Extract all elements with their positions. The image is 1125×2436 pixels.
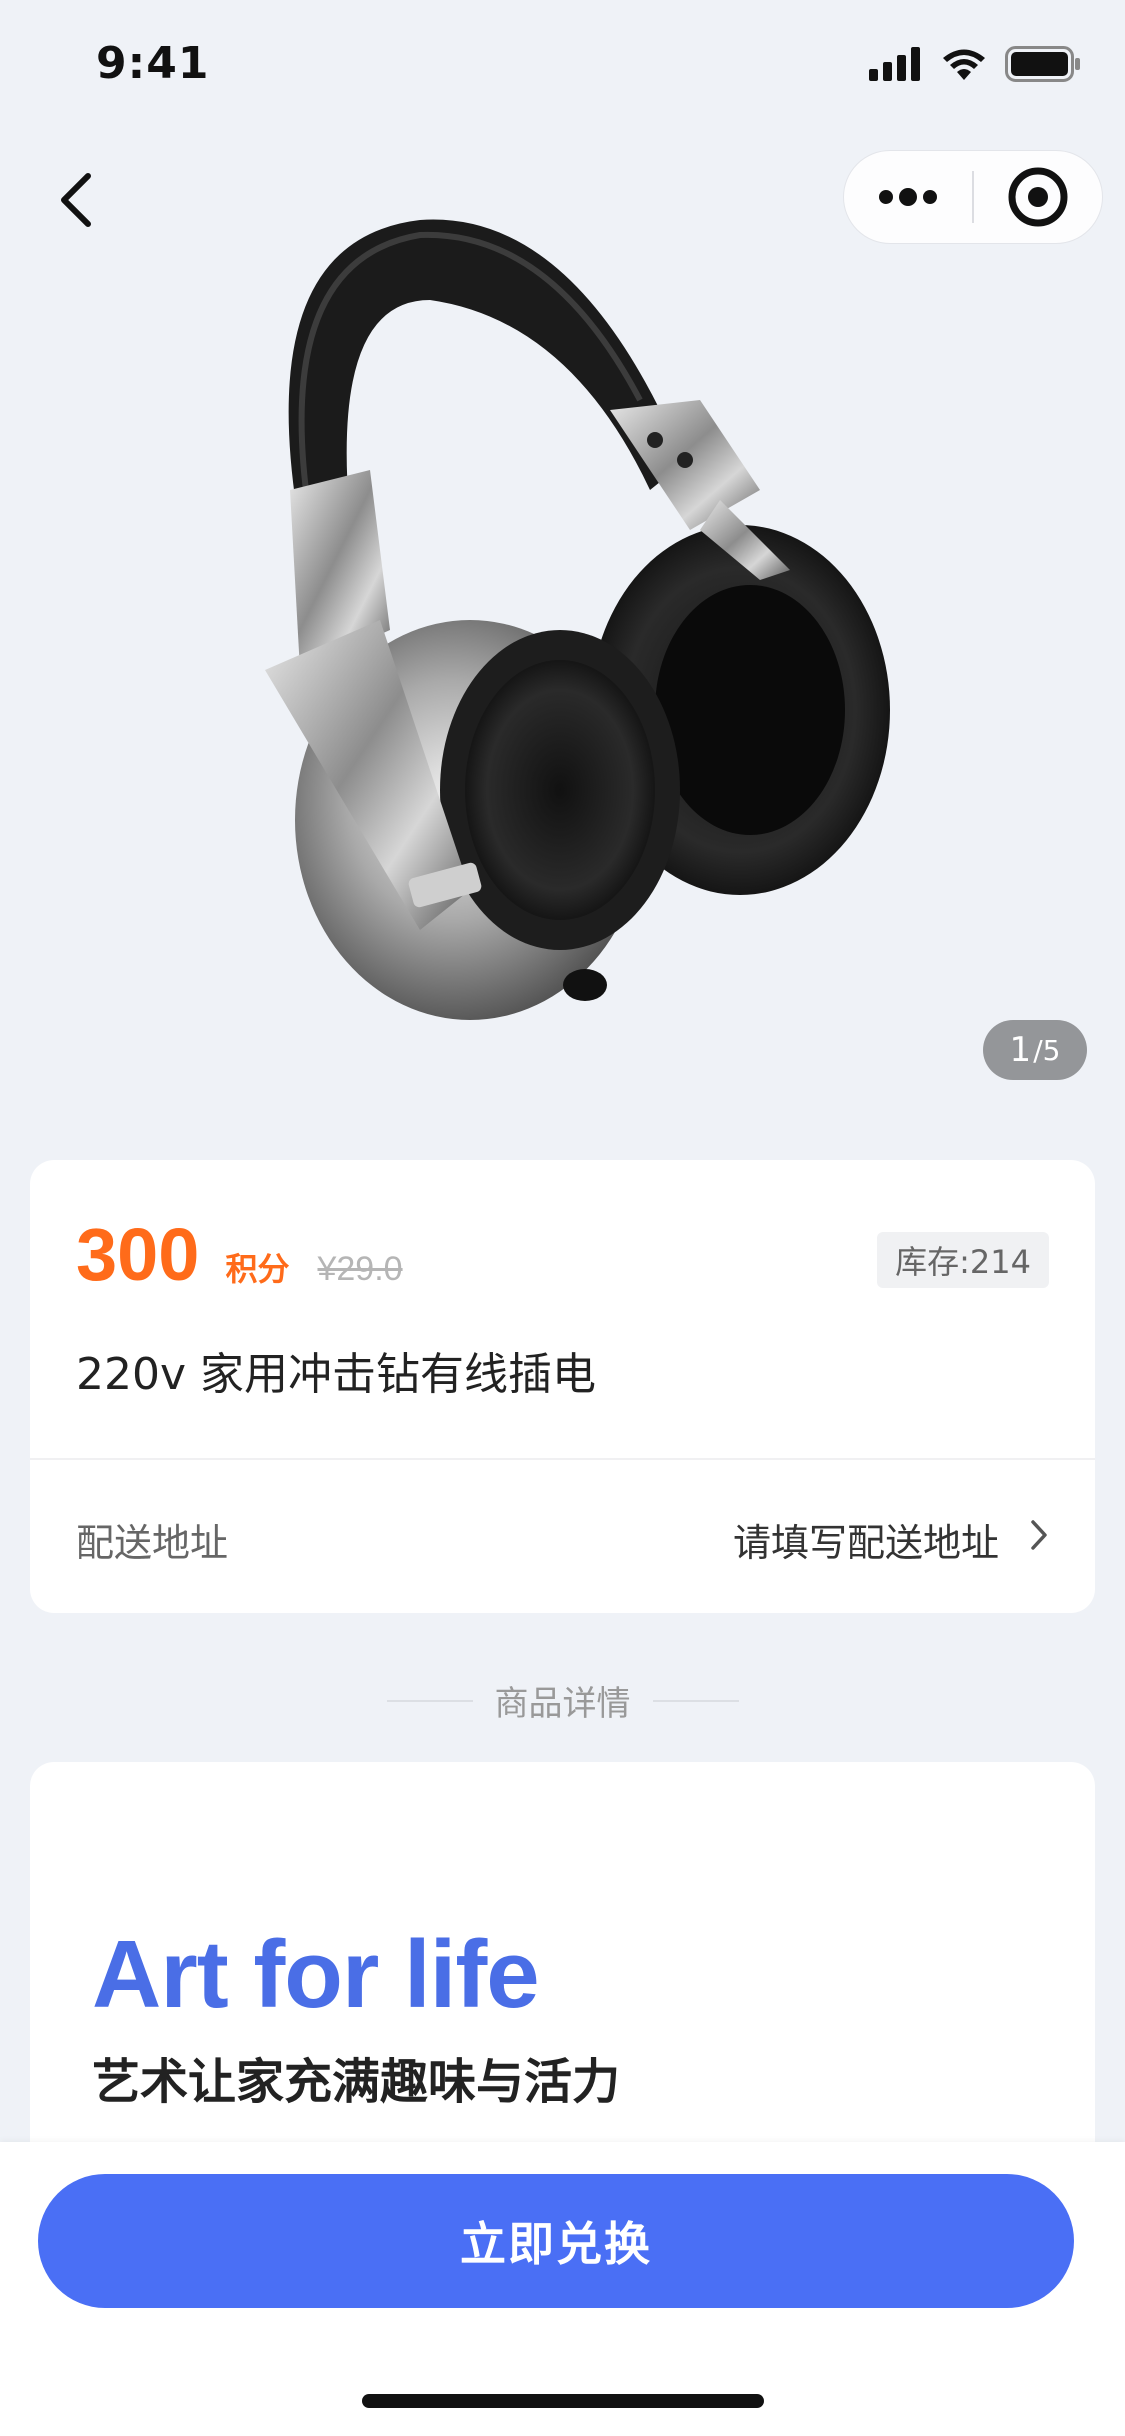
price-unit: 积分 bbox=[225, 1250, 290, 1288]
chevron-left-icon bbox=[61, 173, 91, 227]
section-title-text: 商品详情 bbox=[494, 1684, 631, 1724]
price-points: 300 bbox=[76, 1213, 200, 1296]
product-title: 220v 家用冲击钻有线插电 bbox=[76, 1349, 597, 1400]
address-row[interactable]: 配送地址 请填写配送地址 bbox=[30, 1460, 1095, 1613]
detail-banner-subtitle: 艺术让家充满趣味与活力 bbox=[92, 2054, 621, 2110]
price-block: 300 积分 ¥29.0 bbox=[76, 1212, 403, 1297]
original-price: ¥29.0 bbox=[317, 1250, 403, 1288]
headphones-image bbox=[265, 219, 890, 1020]
section-line-right bbox=[652, 1699, 739, 1702]
close-button[interactable] bbox=[974, 151, 1102, 243]
signal-icon bbox=[869, 47, 920, 81]
status-time: 9:41 bbox=[96, 38, 210, 89]
pager-current: 1 bbox=[1009, 1030, 1032, 1070]
pager-total: /5 bbox=[1033, 1033, 1061, 1067]
chevron-right-icon bbox=[1031, 1520, 1047, 1550]
stock-badge: 库存:214 bbox=[877, 1232, 1049, 1288]
more-button[interactable] bbox=[844, 151, 972, 243]
status-bar: 9:41 bbox=[0, 0, 1125, 132]
address-label: 配送地址 bbox=[76, 1521, 229, 1565]
more-dots-icon bbox=[879, 188, 937, 206]
detail-banner-title: Art for life bbox=[92, 1921, 540, 2028]
address-placeholder: 请填写配送地址 bbox=[732, 1521, 999, 1565]
product-gallery[interactable] bbox=[0, 150, 1125, 1100]
home-indicator bbox=[362, 2394, 764, 2408]
detail-section-title: 商品详情 bbox=[0, 1676, 1125, 1725]
section-line-left bbox=[386, 1699, 473, 1702]
back-button[interactable] bbox=[36, 160, 116, 240]
product-info-card: 300 积分 ¥29.0 库存:214 220v 家用冲击钻有线插电 配送地址 … bbox=[30, 1160, 1095, 1613]
status-icons bbox=[869, 46, 1081, 82]
gallery-pager: 1/5 bbox=[983, 1020, 1087, 1080]
wifi-icon bbox=[943, 49, 985, 80]
battery-icon bbox=[1005, 46, 1080, 82]
target-circle-icon bbox=[1008, 167, 1068, 227]
mini-program-capsule bbox=[843, 150, 1103, 244]
redeem-button[interactable]: 立即兑换 bbox=[38, 2174, 1074, 2308]
bottom-action-bar: 立即兑换 bbox=[0, 2142, 1125, 2436]
